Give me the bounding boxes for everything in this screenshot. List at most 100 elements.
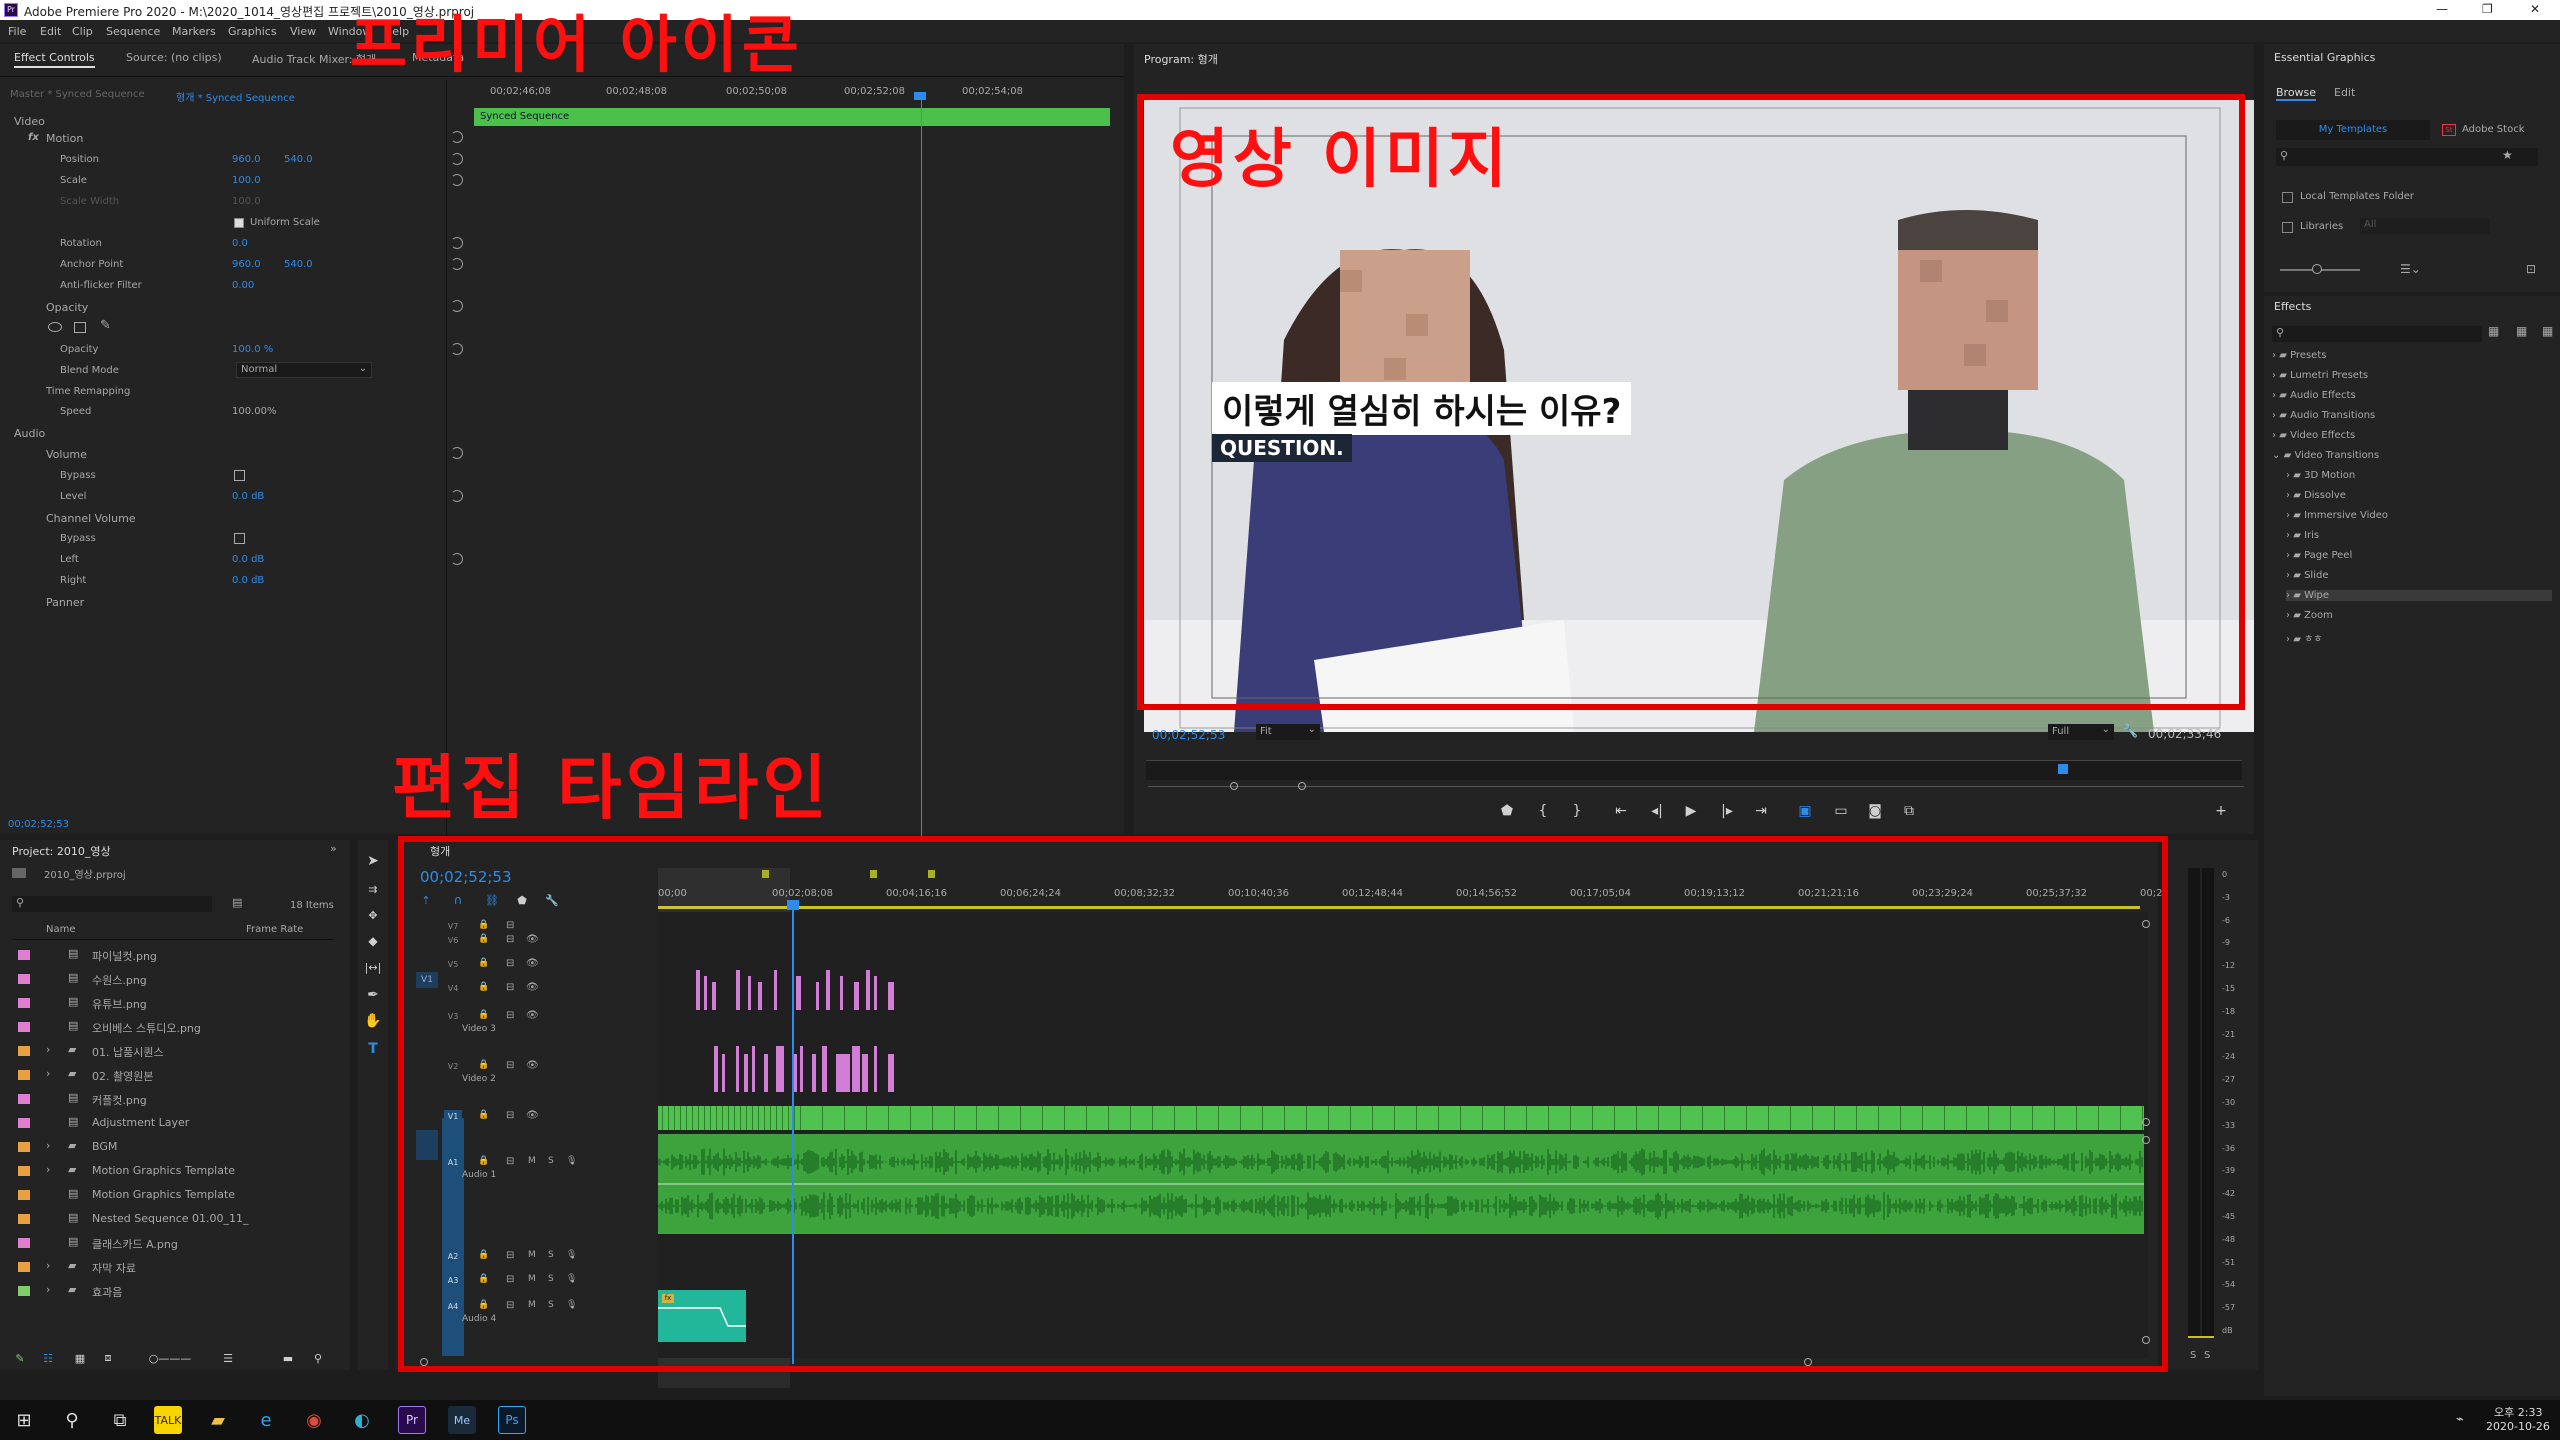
graphic-clip[interactable] <box>722 1054 725 1092</box>
tab-browse[interactable]: Browse <box>2276 86 2317 101</box>
volume-bypass-checkbox[interactable] <box>234 470 245 481</box>
sync-lock-icon[interactable]: ⊟ <box>506 1010 514 1021</box>
tab-source[interactable]: Source: (no clips) <box>126 51 222 64</box>
graphic-clip[interactable] <box>736 970 740 1010</box>
effects-subfolder[interactable]: › ▰ Page Peel <box>2286 550 2552 561</box>
essential-graphics-title[interactable]: Essential Graphics <box>2274 51 2375 64</box>
sync-lock-icon[interactable]: ⊟ <box>506 1250 514 1261</box>
track-lock-icon[interactable]: 🔒 <box>478 1060 489 1070</box>
chrome-icon[interactable]: ◉ <box>300 1406 328 1434</box>
project-item[interactable]: ▤ Nested Sequence 01.00_11_ <box>12 1210 334 1228</box>
freeform-view-icon[interactable]: ⧈ <box>100 1350 116 1366</box>
timeline-timecode[interactable]: 00;02;52;53 <box>420 868 512 886</box>
timeline-marker[interactable] <box>928 870 935 878</box>
media-encoder-icon[interactable]: Me <box>448 1406 476 1434</box>
graphic-clip[interactable] <box>866 970 870 1010</box>
track-lock-icon[interactable]: 🔒 <box>478 934 489 944</box>
graphic-clip[interactable] <box>774 970 777 1010</box>
solo-button[interactable]: S <box>548 1156 554 1166</box>
track-lock-icon[interactable]: 🔒 <box>478 1250 489 1260</box>
new-search-bin-icon[interactable]: ▤ <box>232 896 242 909</box>
program-playhead[interactable] <box>2058 764 2068 774</box>
windows-start-icon[interactable]: ⊞ <box>10 1406 38 1434</box>
timeline-tab[interactable]: 형개 <box>430 843 450 859</box>
project-item[interactable]: › ▰ Motion Graphics Template <box>12 1162 334 1180</box>
work-area-handle[interactable] <box>1298 782 1306 790</box>
sync-lock-icon[interactable]: ⊟ <box>506 1060 514 1071</box>
minimize-button[interactable]: — <box>2436 2 2448 16</box>
opacity-value[interactable]: 100.0 % <box>232 344 273 355</box>
menu-edit[interactable]: Edit <box>40 25 61 38</box>
effects-subfolder[interactable]: › ▰ Immersive Video <box>2286 510 2552 521</box>
track-label-a3[interactable]: A3 <box>444 1274 462 1288</box>
new-bin-icon[interactable]: ⊡ <box>2526 262 2536 276</box>
effects-subfolder[interactable]: › ▰ Slide <box>2286 570 2552 581</box>
solo-button[interactable]: S <box>548 1250 554 1260</box>
favorite-star-icon[interactable]: ★ <box>2502 148 2513 162</box>
solo-left-button[interactable]: S <box>2190 1350 2196 1361</box>
fx-volume[interactable]: Volume <box>46 448 87 461</box>
templates-search-input[interactable]: ⚲ <box>2276 148 2538 166</box>
resolution-select[interactable]: Full ⌄ <box>2048 724 2114 740</box>
graphic-clip[interactable] <box>862 1054 868 1092</box>
reset-icon[interactable] <box>451 237 463 249</box>
mute-button[interactable]: M <box>528 1156 536 1166</box>
right-value[interactable]: 0.0 dB <box>232 575 264 586</box>
fx-motion[interactable]: Motion <box>46 132 83 145</box>
track-label-v7[interactable]: V7 <box>444 920 462 934</box>
position-x-value[interactable]: 960.0 <box>232 154 261 165</box>
mute-button[interactable]: M <box>528 1250 536 1260</box>
graphic-clip[interactable] <box>888 982 894 1010</box>
eye-icon[interactable]: 👁 <box>526 1060 539 1071</box>
reset-icon[interactable] <box>451 300 463 312</box>
clock-time[interactable]: 오후 2:33 <box>2494 1404 2542 1420</box>
step-forward-button[interactable]: |▸ <box>1716 800 1738 822</box>
graphic-clip[interactable] <box>836 1054 850 1092</box>
project-item[interactable]: › ▰ 01. 납품시퀀스 <box>12 1042 334 1060</box>
track-label-a4[interactable]: A4 <box>444 1300 462 1314</box>
graphic-clip[interactable] <box>704 976 707 1010</box>
slip-tool-icon[interactable]: |↔| <box>364 958 382 976</box>
play-button[interactable]: ▶ <box>1680 800 1702 822</box>
lift-button[interactable]: ▣ <box>1794 800 1816 822</box>
track-label-v6[interactable]: V6 <box>444 934 462 948</box>
menu-markers[interactable]: Markers <box>172 25 216 38</box>
project-item[interactable]: ▤ 유튜브.png <box>12 994 334 1012</box>
sync-lock-icon[interactable]: ⊟ <box>506 982 514 993</box>
snap-icon[interactable]: ∩ <box>450 892 466 908</box>
effects-folder[interactable]: ⌄ ▰ Video Transitions <box>2272 450 2379 461</box>
adobe-stock-tab[interactable]: St Adobe Stock <box>2434 120 2552 140</box>
project-item[interactable]: › ▰ 효과음 <box>12 1282 334 1300</box>
reset-icon[interactable] <box>451 153 463 165</box>
speed-value[interactable]: 100.00% <box>232 406 277 417</box>
src-v1-target[interactable]: V1 <box>416 972 438 988</box>
blend-mode-select[interactable]: Normal ⌄ <box>236 362 372 378</box>
project-item[interactable]: ▤ 오비베스 스튜디오.png <box>12 1018 334 1036</box>
internet-explorer-icon[interactable]: e <box>252 1406 280 1434</box>
project-item[interactable]: ▤ Motion Graphics Template <box>12 1186 334 1204</box>
graphic-clip[interactable] <box>748 976 751 1010</box>
go-to-out-button[interactable]: ⇥ <box>1750 800 1772 822</box>
graphic-clip[interactable] <box>874 1046 877 1092</box>
automate-to-sequence-icon[interactable]: ▬ <box>280 1350 296 1366</box>
network-icon[interactable]: ⌁ <box>2456 1412 2464 1427</box>
rotation-value[interactable]: 0.0 <box>232 238 248 249</box>
reset-icon[interactable] <box>451 553 463 565</box>
track-lock-icon[interactable]: 🔒 <box>478 1010 489 1020</box>
my-templates-tab[interactable]: My Templates <box>2276 120 2430 140</box>
ellipse-mask-icon[interactable] <box>48 322 62 332</box>
wrench-icon[interactable]: 🔧 <box>2122 724 2138 739</box>
libraries-checkbox[interactable] <box>2282 222 2293 233</box>
eye-icon[interactable]: 👁 <box>526 982 539 993</box>
list-view-icon[interactable]: ☷ <box>40 1350 56 1366</box>
effects-folder[interactable]: › ▰ Lumetri Presets <box>2272 370 2368 381</box>
project-item[interactable]: ▤ 수원스.png <box>12 970 334 988</box>
effects-subfolder[interactable]: › ▰ Dissolve <box>2286 490 2552 501</box>
menu-file[interactable]: File <box>8 25 26 38</box>
fx-opacity[interactable]: Opacity <box>46 301 88 314</box>
reset-icon[interactable] <box>451 490 463 502</box>
go-to-in-button[interactable]: ⇤ <box>1610 800 1632 822</box>
track-lock-icon[interactable]: 🔒 <box>478 982 489 992</box>
sort-icons-icon[interactable]: ☰ <box>220 1350 236 1366</box>
project-item[interactable]: ▤ Adjustment Layer <box>12 1114 334 1132</box>
